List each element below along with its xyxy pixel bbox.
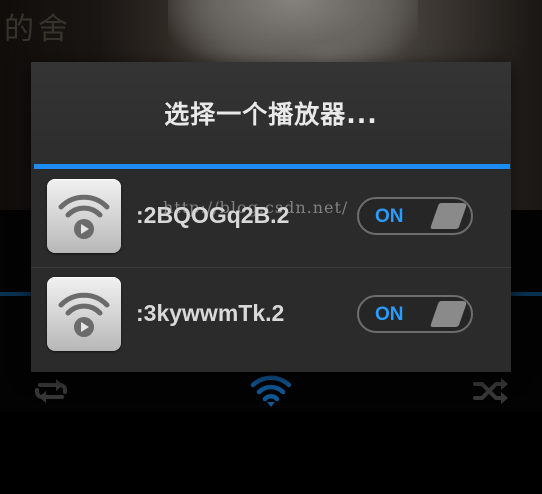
device-name: :3kywwmTk.2 <box>136 300 285 326</box>
device-toggle[interactable]: ON <box>357 295 473 333</box>
dialog-header: 选择一个播放器... <box>31 62 511 165</box>
watermark: http://blog.csdn.net/ <box>163 198 349 217</box>
wifi-play-icon <box>47 277 121 351</box>
player-chooser-dialog: 选择一个播放器... :2BQOGq2B.2 ON:3kywwmTk.2 ON <box>31 62 511 372</box>
device-row[interactable]: :2BQOGq2B.2 ON <box>31 169 511 268</box>
player-screen: 的舍 选择一个播放器...:2BQOGq2B.2 ON:3kywwmTk.2… <box>0 0 542 494</box>
wifi-play-icon <box>47 179 121 253</box>
dialog-title: 选择一个播放器... <box>164 100 378 129</box>
toggle-label: ON <box>375 206 404 227</box>
toggle-thumb[interactable] <box>429 202 469 230</box>
device-row[interactable]: :3kywwmTk.2 ON <box>31 267 511 365</box>
toggle-label: ON <box>375 304 404 325</box>
toggle-thumb[interactable] <box>429 300 469 328</box>
device-toggle[interactable]: ON <box>357 197 473 235</box>
